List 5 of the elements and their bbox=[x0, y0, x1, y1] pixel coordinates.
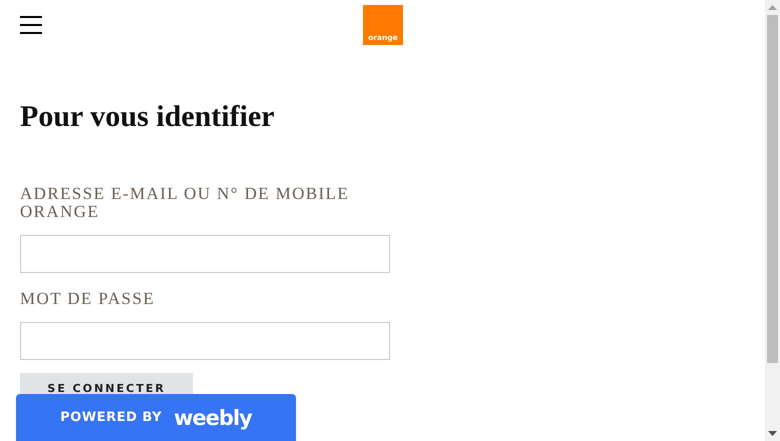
field-label: MOT DE PASSE bbox=[20, 290, 156, 308]
badge-prefix: POWERED BY bbox=[60, 410, 162, 425]
page-title: Pour vous identifier bbox=[20, 99, 276, 135]
field-label: ADRESSE E-MAIL OU N° DE MOBILE ORANGE bbox=[20, 185, 350, 221]
brand-name: weebly bbox=[174, 406, 252, 430]
